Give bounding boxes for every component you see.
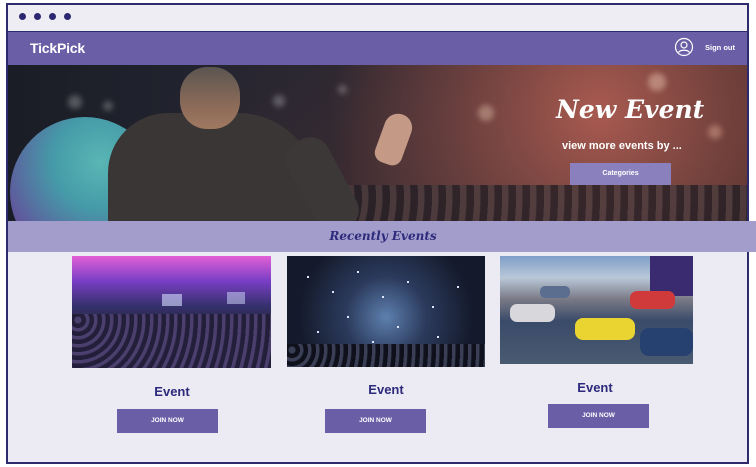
event-title: Event [577,380,613,395]
window-chrome [8,5,747,33]
hero-banner: New Event view more events by ... Catego… [8,65,747,223]
hero-title: New Event [556,95,705,124]
event-image-car-show[interactable] [500,256,693,364]
join-now-button[interactable]: JOIN NOW [548,404,649,428]
section-header: Recently Events [8,221,756,252]
categories-button[interactable]: Categories [570,163,671,185]
event-image-concert[interactable] [287,256,485,367]
event-image-conference[interactable] [72,256,271,368]
signout-link[interactable]: Sign out [705,43,735,52]
event-title: Event [368,382,404,397]
event-title: Event [154,384,190,399]
user-account-icon[interactable] [674,37,694,57]
site-logo[interactable]: TickPick [30,40,85,56]
top-navbar: TickPick Sign out [8,32,747,65]
window-dot [19,13,26,20]
section-title: Recently Events [329,229,437,243]
window-dot [49,13,56,20]
speaker-image [108,113,318,223]
join-now-button[interactable]: JOIN NOW [325,409,426,433]
window-dot [64,13,71,20]
join-now-button[interactable]: JOIN NOW [117,409,218,433]
hero-subtitle: view more events by ... [562,140,682,152]
browser-window: TickPick Sign out New Event view more ev… [6,3,756,464]
window-dot [34,13,41,20]
